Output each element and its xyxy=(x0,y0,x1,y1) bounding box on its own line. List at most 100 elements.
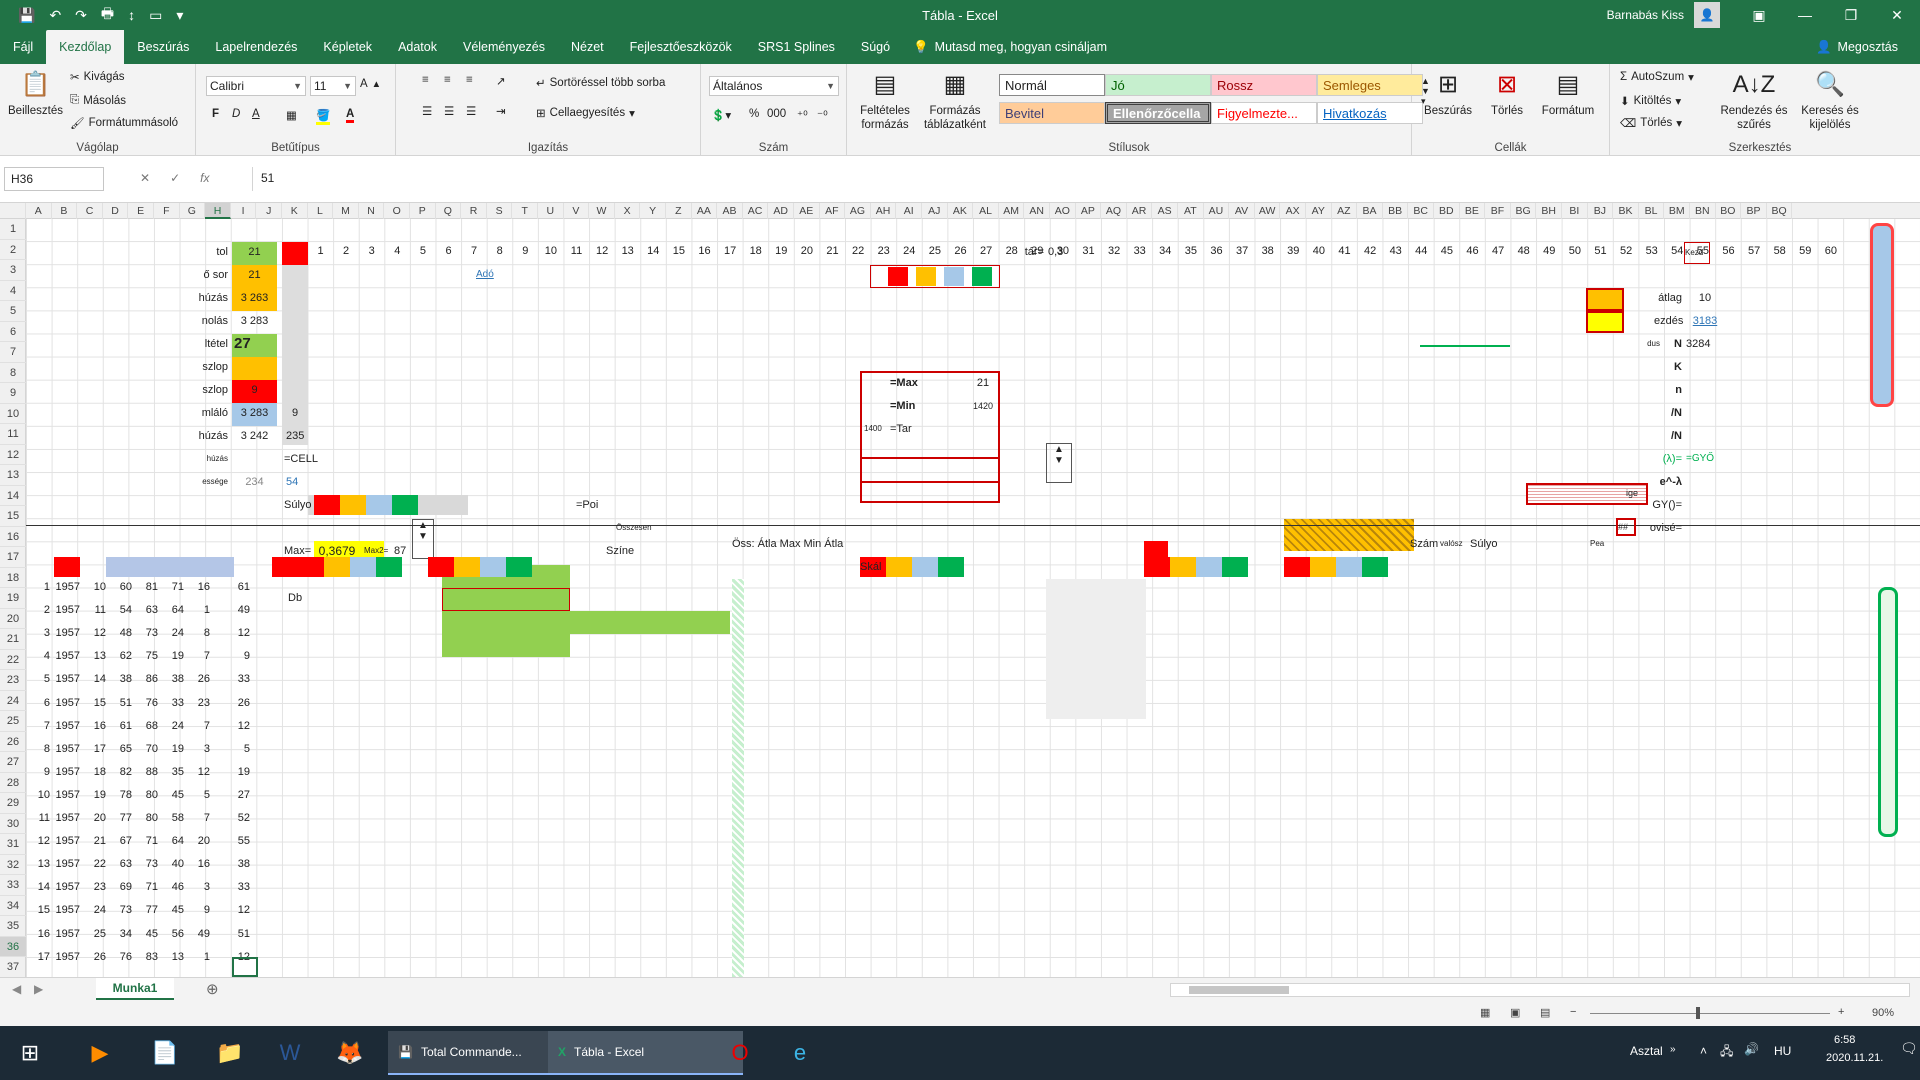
table-cell[interactable]: 51 xyxy=(108,693,134,713)
table-cell[interactable]: 45 xyxy=(160,900,186,920)
index-cell[interactable]: 52 xyxy=(1614,241,1639,261)
row-header[interactable]: 4 xyxy=(0,281,26,301)
table-cell[interactable]: 55 xyxy=(212,831,252,851)
table-cell[interactable]: 71 xyxy=(160,577,186,597)
row-header[interactable]: 19 xyxy=(0,588,26,609)
index-cell[interactable]: 30 xyxy=(1050,241,1075,261)
autosum-button[interactable]: Σ AutoSzum ▾ xyxy=(1620,70,1694,84)
label-cell[interactable]: N xyxy=(1666,334,1684,354)
value-cell[interactable]: =CELL xyxy=(284,449,324,469)
close-button[interactable]: ✕ xyxy=(1874,7,1920,24)
label-cell[interactable]: Súlyo xyxy=(1470,534,1500,554)
column-header[interactable]: Q xyxy=(436,203,462,219)
row-header[interactable]: 30 xyxy=(0,814,26,834)
table-cell[interactable]: 78 xyxy=(108,785,134,805)
row-header[interactable]: 13 xyxy=(0,465,26,486)
table-cell[interactable]: 1957 xyxy=(52,854,82,874)
label-cell[interactable]: ltétel xyxy=(178,334,230,354)
value-cell[interactable]: 87 xyxy=(394,541,414,561)
value-cell[interactable]: 21 xyxy=(970,373,996,393)
row-header[interactable]: 9 xyxy=(0,383,26,404)
column-header[interactable]: AT xyxy=(1178,203,1204,219)
table-cell[interactable]: 6 xyxy=(26,693,52,713)
clock-time[interactable]: 6:58 xyxy=(1834,1034,1855,1046)
row-header[interactable]: 6 xyxy=(0,322,26,342)
row-header[interactable]: 31 xyxy=(0,834,26,855)
font-name-select[interactable]: Calibri ▼ xyxy=(206,76,306,96)
row-header[interactable]: 28 xyxy=(0,773,26,793)
table-cell[interactable]: 21 xyxy=(82,831,108,851)
italic-button[interactable]: D xyxy=(232,108,240,120)
style-input[interactable]: Bevitel xyxy=(999,102,1105,124)
index-cell[interactable]: 27 xyxy=(974,241,999,261)
table-cell[interactable]: 3 xyxy=(186,739,212,759)
opera-icon[interactable]: O xyxy=(720,1031,760,1075)
fx-icon[interactable]: fx xyxy=(200,171,209,185)
label-cell[interactable]: /N xyxy=(1656,403,1684,423)
font-size-select[interactable]: 11 ▼ xyxy=(310,76,356,96)
table-cell[interactable]: 12 xyxy=(186,762,212,782)
table-cell[interactable]: 7 xyxy=(186,646,212,666)
index-cell[interactable]: 1 xyxy=(308,241,333,261)
label-cell[interactable]: Skál xyxy=(860,557,890,577)
table-cell[interactable]: 82 xyxy=(108,762,134,782)
column-header[interactable]: C xyxy=(77,203,103,219)
tab-review[interactable]: Véleményezés xyxy=(450,30,558,64)
column-header[interactable]: BC xyxy=(1408,203,1434,219)
column-header[interactable]: F xyxy=(154,203,180,219)
style-check-cell[interactable]: Ellenőrzőcella xyxy=(1105,102,1211,124)
table-cell[interactable]: 1957 xyxy=(52,693,82,713)
index-cell[interactable]: 58 xyxy=(1767,241,1792,261)
table-cell[interactable]: 9 xyxy=(26,762,52,782)
table-cell[interactable]: 8 xyxy=(186,623,212,643)
table-cell[interactable]: 1957 xyxy=(52,577,82,597)
conditional-formatting-button[interactable]: ▤ Feltételes formázás xyxy=(857,68,913,132)
row-header[interactable]: 15 xyxy=(0,506,26,527)
table-cell[interactable]: 20 xyxy=(186,831,212,851)
merge-button[interactable]: ⊞ Cellaegyesítés ▾ xyxy=(536,106,635,120)
column-header[interactable]: BM xyxy=(1664,203,1690,219)
label-cell[interactable]: Szám xyxy=(1410,534,1440,554)
tab-help[interactable]: Súgó xyxy=(848,30,903,64)
value-cell[interactable]: 1400 xyxy=(864,419,890,439)
label-cell[interactable]: mláló xyxy=(178,403,230,423)
value-cell[interactable]: 3284 xyxy=(1686,334,1716,354)
table-cell[interactable]: 80 xyxy=(134,808,160,828)
row-header[interactable]: 33 xyxy=(0,875,26,896)
column-header[interactable]: BB xyxy=(1383,203,1409,219)
row-header[interactable]: 20 xyxy=(0,609,26,629)
cell-area[interactable]: ▲▼ ▲▼ tol 2 xyxy=(26,219,1920,977)
column-header[interactable]: AR xyxy=(1127,203,1153,219)
index-cell[interactable]: 31 xyxy=(1076,241,1101,261)
table-cell[interactable]: 77 xyxy=(134,900,160,920)
column-header[interactable]: G xyxy=(180,203,206,219)
table-cell[interactable]: 15 xyxy=(26,900,52,920)
table-cell[interactable]: 1957 xyxy=(52,739,82,759)
table-cell[interactable]: 33 xyxy=(212,669,252,689)
table-cell[interactable]: 61 xyxy=(212,577,252,597)
table-cell[interactable]: 1 xyxy=(186,947,212,967)
index-cell[interactable]: 26 xyxy=(948,241,973,261)
table-cell[interactable]: 3 xyxy=(186,877,212,897)
table-cell[interactable]: 1957 xyxy=(52,623,82,643)
value-cell[interactable]: =GYŐ xyxy=(1686,449,1716,469)
index-cell[interactable]: 48 xyxy=(1511,241,1536,261)
fill-button[interactable]: ⬇ Kitöltés ▾ xyxy=(1620,94,1681,108)
table-cell[interactable]: 13 xyxy=(26,854,52,874)
label-cell[interactable]: ovisé= xyxy=(1646,518,1684,538)
column-header[interactable]: O xyxy=(384,203,410,219)
sort-filter-button[interactable]: A↓Z Rendezés és szűrés xyxy=(1720,68,1788,132)
index-cell[interactable]: 19 xyxy=(769,241,794,261)
table-cell[interactable]: 8 xyxy=(26,739,52,759)
clear-button[interactable]: ⌫ Törlés ▾ xyxy=(1620,116,1682,130)
table-cell[interactable]: 19 xyxy=(160,739,186,759)
column-header[interactable]: BK xyxy=(1613,203,1639,219)
select-all-corner[interactable] xyxy=(0,203,26,219)
format-cells-button[interactable]: ▤ Formátum xyxy=(1538,68,1598,118)
table-cell[interactable]: 71 xyxy=(134,877,160,897)
index-cell[interactable]: 4 xyxy=(385,241,410,261)
horizontal-scrollbar[interactable] xyxy=(1170,983,1910,997)
index-cell[interactable]: 54 xyxy=(1665,241,1690,261)
table-cell[interactable]: 83 xyxy=(134,947,160,967)
row-header[interactable]: 26 xyxy=(0,732,26,752)
